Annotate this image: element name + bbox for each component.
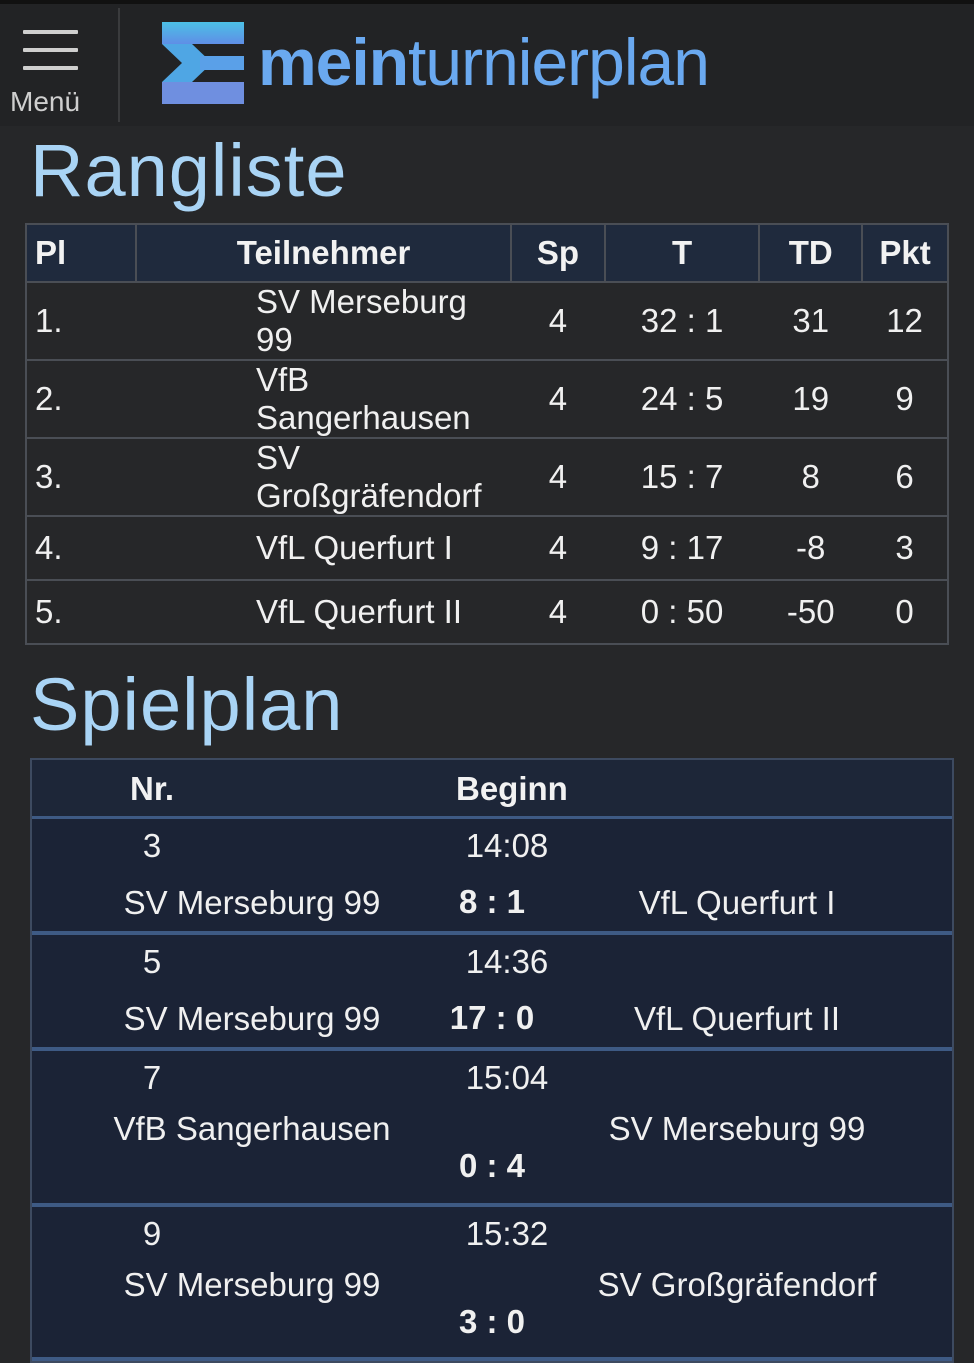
col-beginn: Beginn <box>456 770 568 807</box>
match-score: 0 : 4 <box>458 1147 526 1184</box>
points: 12 <box>862 281 948 361</box>
col-t: T <box>603 223 761 283</box>
games-played: 4 <box>511 281 605 361</box>
points: 9 <box>862 359 948 439</box>
games-played: 4 <box>511 515 605 581</box>
rank-position: 4. <box>26 515 136 581</box>
points: 0 <box>862 579 948 645</box>
match-row[interactable]: 9 15:32 SV Merseburg 99 3 : 0 SV Großgräfend… <box>32 1207 952 1361</box>
col-nr: Nr. <box>130 770 175 807</box>
home-team: SV Merseburg 99 <box>123 884 381 921</box>
match-score: 3 : 0 <box>458 1303 526 1340</box>
goals: 0 : 50 <box>604 579 760 645</box>
match-row[interactable]: 5 14:36 SV Merseburg 99 17 : 0 VfL Querfurt … <box>32 935 952 1051</box>
menu-label: Menü <box>10 86 81 117</box>
match-score: 17 : 0 <box>449 999 535 1036</box>
table-row: 4. VfL Querfurt I49 : 17 -8 3 <box>26 515 948 581</box>
col-pl: Pl <box>25 223 137 283</box>
col-pkt: Pkt <box>861 223 949 283</box>
team-name[interactable]: VfB Sangerhausen <box>135 359 512 439</box>
schedule-table: Nr. Beginn 3 14:08 SV Merseburg 99 8 : 1 VfL… <box>30 758 954 1363</box>
match-start-time: 15:32 <box>465 1215 549 1252</box>
col-td: TD <box>758 223 864 283</box>
ranking-header-row: Pl Teilnehmer Sp T TD Pkt <box>25 223 949 283</box>
goals: 32 : 1 <box>604 281 760 361</box>
goals: 9 : 17 <box>604 515 760 581</box>
goal-difference: 31 <box>759 281 863 361</box>
rank-position: 3. <box>26 437 136 517</box>
away-team: SV Großgräfendorf <box>597 1266 877 1303</box>
goal-difference: -50 <box>759 579 863 645</box>
goals: 15 : 7 <box>604 437 760 517</box>
match-number: 9 <box>142 1215 162 1252</box>
team-name[interactable]: SV Merseburg 99 <box>135 281 512 361</box>
table-row: 2. VfB Sangerhausen 4 24 : 5 19 9 <box>26 359 948 439</box>
match-number: 5 <box>142 943 162 980</box>
table-row: 5. VfL Querfurt II 4 0 : 50 -50 0 <box>26 579 948 645</box>
home-team: VfB Sangerhausen <box>113 1110 391 1147</box>
match-row[interactable]: 7 15:04 VfB Sangerhausen 0 : 4 SV Merseburg … <box>32 1051 952 1207</box>
goals: 24 : 5 <box>604 359 760 439</box>
ranking-table: Pl Teilnehmer Sp T TD Pkt 1. SV Merseburg… <box>25 223 949 645</box>
home-team: SV Merseburg 99 <box>123 1000 381 1037</box>
away-team: VfL Querfurt II <box>633 1000 841 1037</box>
match-row[interactable]: 3 14:08 SV Merseburg 99 8 : 1 VfL Querfurt I <box>32 819 952 935</box>
match-number: 3 <box>142 827 162 864</box>
away-team: VfL Querfurt I <box>638 884 836 921</box>
points: 6 <box>862 437 948 517</box>
match-start-time: 14:36 <box>465 943 549 980</box>
goal-difference: -8 <box>759 515 863 581</box>
games-played: 4 <box>511 579 605 645</box>
match-start-time: 14:08 <box>465 827 549 864</box>
match-number: 7 <box>142 1059 162 1096</box>
logo-regular-text: turnierplan <box>408 25 710 99</box>
logo-icon[interactable] <box>162 22 244 104</box>
match-score: 8 : 1 <box>458 883 526 920</box>
rank-position: 5. <box>26 579 136 645</box>
logo-bold-text: mein <box>258 25 409 99</box>
games-played: 4 <box>511 359 605 439</box>
col-sp: Sp <box>510 223 606 283</box>
schedule-header-row: Nr. Beginn <box>32 760 952 819</box>
rank-position: 1. <box>26 281 136 361</box>
hamburger-icon <box>23 30 78 34</box>
col-teilnehmer: Teilnehmer <box>134 223 513 283</box>
home-team: SV Merseburg 99 <box>123 1266 381 1303</box>
team-name[interactable]: VfL Querfurt I <box>135 515 512 581</box>
hamburger-icon-line <box>23 48 78 52</box>
schedule-title: Spielplan <box>30 663 344 746</box>
hamburger-icon-line <box>23 66 78 70</box>
logo-wordmark[interactable]: meinturnierplan <box>258 24 710 100</box>
table-row: 1. SV Merseburg 99 4 32 : 1 31 12 <box>26 281 948 361</box>
menu-button[interactable]: Menü <box>0 8 120 122</box>
rank-position: 2. <box>26 359 136 439</box>
top-bar: Menü meinturnierplan <box>0 0 974 126</box>
away-team: SV Merseburg 99 <box>608 1110 866 1147</box>
match-start-time: 15:04 <box>465 1059 549 1096</box>
team-name[interactable]: VfL Querfurt II <box>135 579 512 645</box>
games-played: 4 <box>511 437 605 517</box>
ranking-title: Rangliste <box>30 129 348 212</box>
points: 3 <box>862 515 948 581</box>
table-row: 3. SV Großgräfendorf 4 15 : 786 <box>26 437 948 517</box>
team-name[interactable]: SV Großgräfendorf <box>135 437 512 517</box>
goal-difference: 8 <box>759 437 863 517</box>
goal-difference: 19 <box>759 359 863 439</box>
